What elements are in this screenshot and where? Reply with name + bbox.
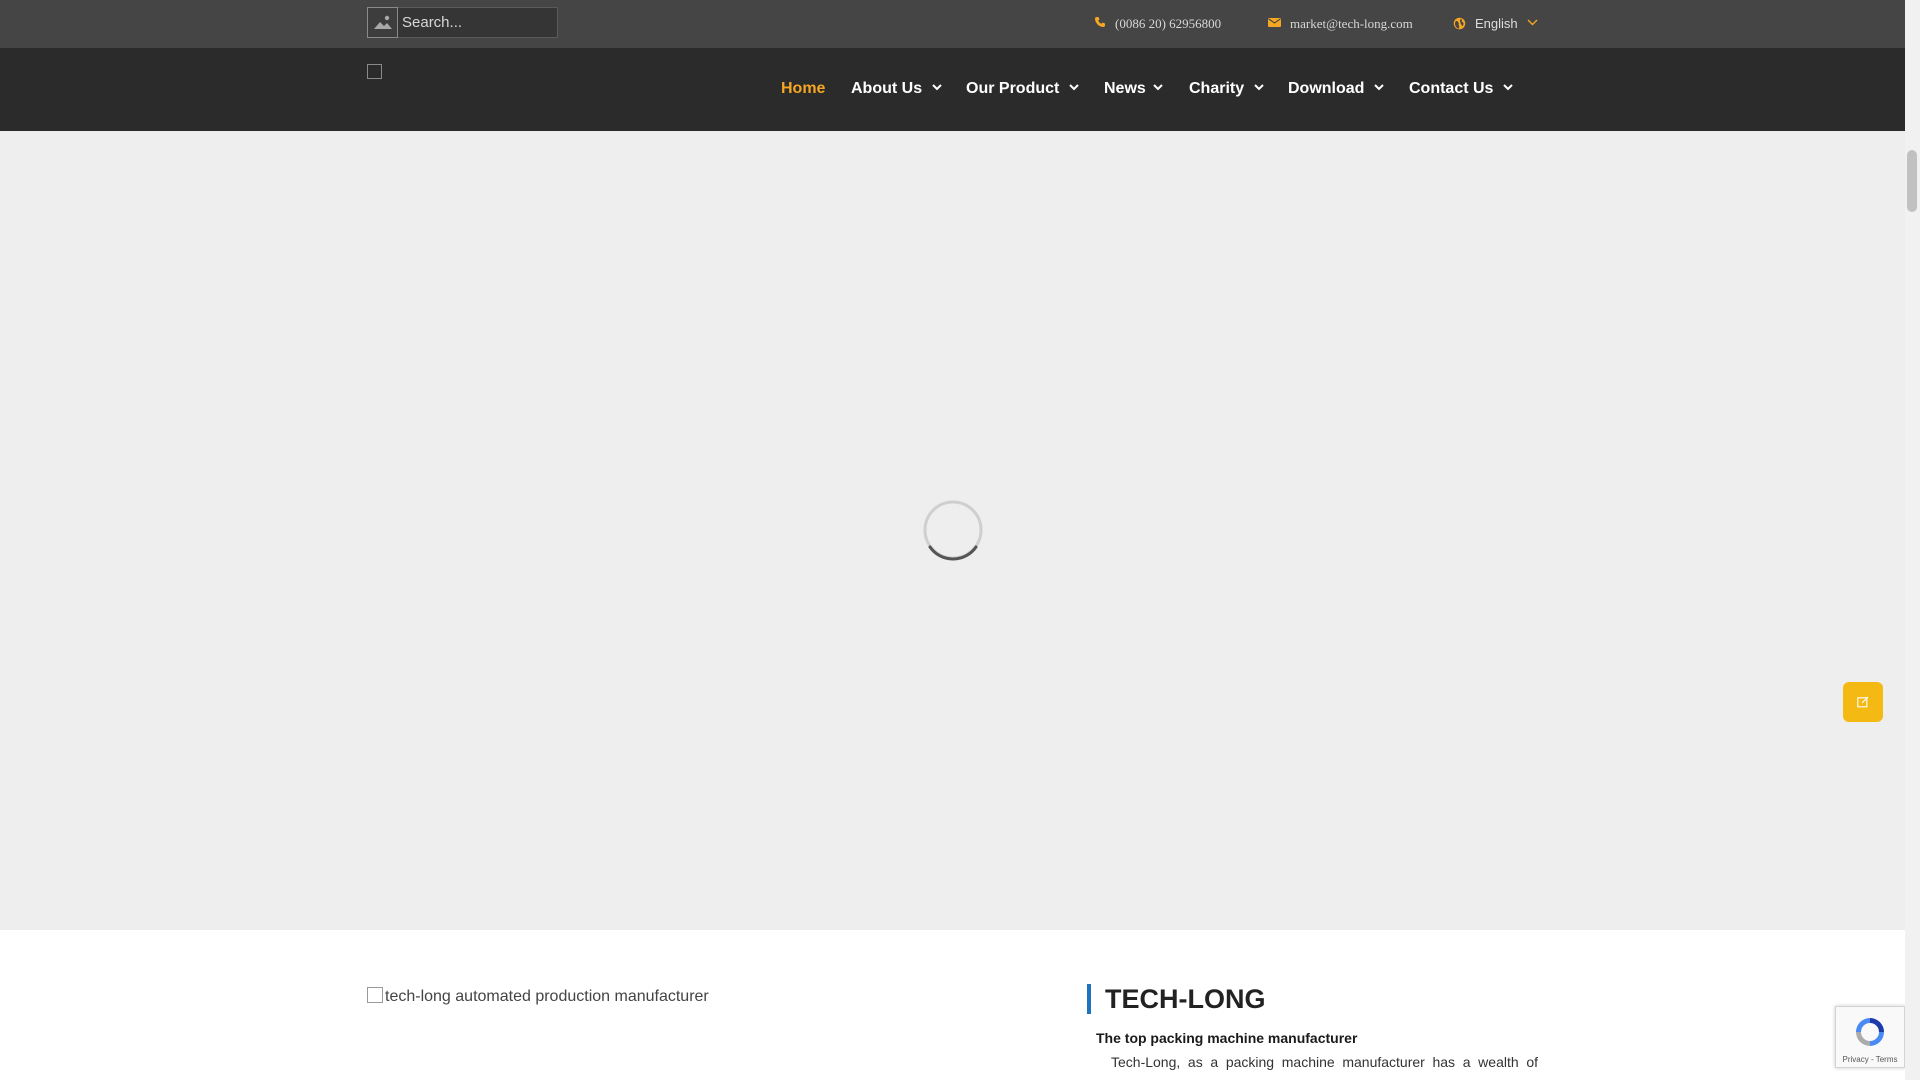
about-body: Tech-Long, as a packing machine manufact…: [1111, 1054, 1538, 1070]
nav-item-label: Download: [1288, 80, 1365, 97]
about-title: TECH-LONG: [1105, 984, 1266, 1014]
chevron-down-icon: [932, 84, 942, 91]
phone-number: (0086 20) 62956800: [1115, 16, 1222, 31]
top-bar: (0086 20) 62956800 market@tech-long.com …: [0, 0, 1905, 48]
nav-item-download[interactable]: Download: [1288, 80, 1384, 98]
email-address: market@tech-long.com: [1290, 16, 1413, 31]
nav-item-label: Contact Us: [1409, 80, 1494, 97]
nav-item-our-product[interactable]: Our Product: [966, 80, 1079, 98]
phone-icon: [1095, 17, 1105, 27]
nav-item-label: Charity: [1189, 80, 1245, 97]
logo-image-placeholder: [367, 64, 382, 79]
language-label: English: [1475, 16, 1518, 31]
recaptcha-icon: [1856, 1018, 1884, 1046]
about-image-alt: tech-long automated production manufactu…: [385, 988, 709, 1005]
chevron-down-icon: [1374, 84, 1384, 91]
nav-item-about-us[interactable]: About Us: [851, 80, 942, 98]
logo[interactable]: [367, 64, 507, 82]
chevron-down-icon: [1153, 84, 1163, 91]
edit-icon: [1857, 696, 1869, 708]
chevron-down-icon: [1254, 84, 1264, 91]
scrollbar-thumb[interactable]: [1907, 150, 1917, 212]
globe-icon: [1453, 17, 1466, 30]
search-box[interactable]: [367, 7, 558, 38]
chevron-down-icon: [1503, 84, 1513, 91]
recaptcha-terms[interactable]: Privacy - Terms: [1836, 1055, 1904, 1064]
loading-spinner-icon: [923, 500, 983, 561]
nav-item-news[interactable]: News: [1104, 80, 1163, 98]
nav-item-home[interactable]: Home: [781, 80, 825, 98]
chevron-down-icon: [1527, 19, 1538, 26]
main-navigation-bar: [0, 48, 1905, 131]
chevron-down-icon: [1069, 84, 1079, 91]
nav-item-label: Home: [781, 80, 826, 97]
about-image: tech-long automated production manufactu…: [367, 987, 709, 1006]
search-icon[interactable]: [367, 7, 398, 38]
nav-item-charity[interactable]: Charity: [1189, 80, 1264, 98]
title-accent-bar: [1087, 984, 1091, 1014]
recaptcha-badge[interactable]: Privacy - Terms: [1835, 1006, 1905, 1068]
quick-inquiry-button[interactable]: [1843, 682, 1883, 722]
nav-item-label: Our Product: [966, 80, 1060, 97]
search-input[interactable]: [402, 8, 552, 37]
nav-item-contact-us[interactable]: Contact Us: [1409, 80, 1513, 98]
about-subtitle: The top packing machine manufacturer: [1096, 1030, 1358, 1046]
mail-icon: [1268, 18, 1281, 27]
nav-item-label: News: [1104, 80, 1146, 97]
page: (0086 20) 62956800 market@tech-long.com …: [0, 0, 1905, 1080]
nav-item-label: About Us: [851, 80, 923, 97]
image-placeholder-icon: [367, 987, 383, 1003]
